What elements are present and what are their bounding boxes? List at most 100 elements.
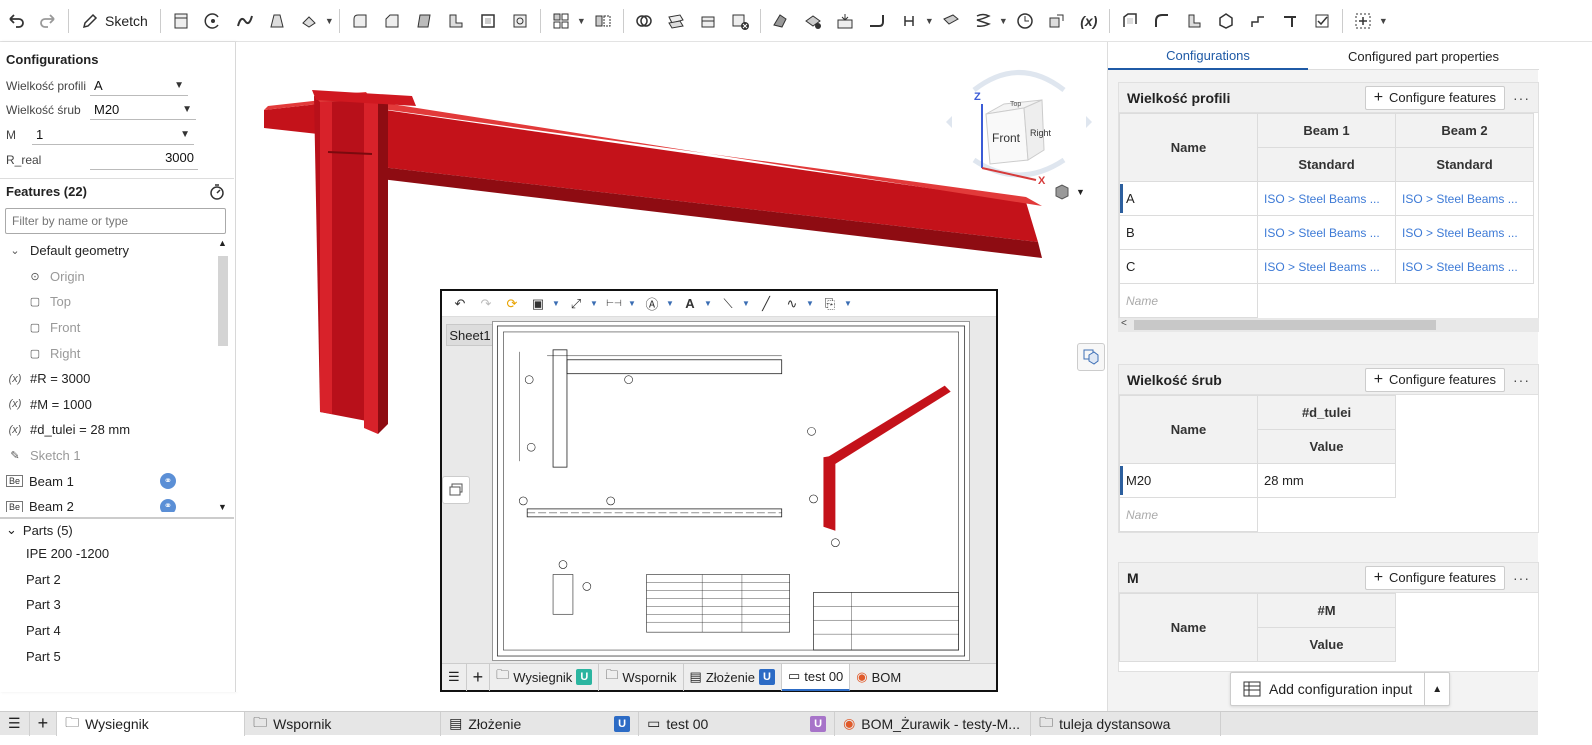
part-item[interactable]: Part 3	[0, 592, 234, 618]
helix-button[interactable]	[968, 6, 998, 36]
add-tab-button[interactable]: +	[467, 663, 491, 691]
chevron-down-icon[interactable]: ▼	[806, 299, 816, 308]
feature-top-plane[interactable]: ▢ Top	[0, 289, 216, 315]
new-config-name-input[interactable]: Name	[1119, 497, 1258, 532]
feature-variable-r[interactable]: (x) #R = 3000	[0, 366, 216, 392]
shell-button[interactable]	[473, 6, 503, 36]
tab-list-button[interactable]: ☰	[0, 711, 30, 736]
m-select[interactable]: 1 ▼	[32, 125, 194, 145]
bend-button[interactable]	[862, 6, 892, 36]
chamfer-button[interactable]	[377, 6, 407, 36]
feature-right-plane[interactable]: ▢ Right	[0, 340, 216, 366]
tab-list-button[interactable]: ☰	[442, 663, 467, 691]
view-cube[interactable]: Front Right Top Z X	[944, 60, 1094, 190]
config-value-cell[interactable]: ISO > Steel Beams ...	[1395, 181, 1534, 216]
config-value-cell[interactable]: ISO > Steel Beams ...	[1257, 249, 1396, 284]
config-value-cell[interactable]: ISO > Steel Beams ...	[1257, 215, 1396, 250]
part-item[interactable]: Part 5	[0, 643, 234, 669]
line-icon[interactable]: ╱	[754, 293, 778, 315]
add-configuration-input-main[interactable]: Add configuration input	[1231, 673, 1426, 705]
stopwatch-icon[interactable]	[208, 183, 226, 201]
doc-tab-test-00[interactable]: ▭ test 00 U	[639, 711, 836, 736]
annotation-icon[interactable]: Ⓐ	[640, 293, 664, 315]
feature-list-scrollbar[interactable]: ▲ ▼	[216, 238, 230, 512]
feature-sketch-1[interactable]: ✎ Sketch 1	[0, 443, 216, 469]
config-value-cell[interactable]: ISO > Steel Beams ...	[1257, 181, 1396, 216]
configure-features-button[interactable]: + Configure features	[1364, 85, 1505, 110]
config-name-cell[interactable]: B	[1119, 215, 1258, 250]
extrude-button[interactable]	[166, 6, 196, 36]
more-options-icon[interactable]: ···	[1513, 372, 1530, 388]
redo-button[interactable]	[33, 6, 63, 36]
feature-variable-d-tulei[interactable]: (x) #d_tulei = 28 mm	[0, 417, 216, 443]
column-feature-header[interactable]: #M	[1257, 593, 1396, 628]
sheet-metal-button[interactable]	[766, 6, 796, 36]
feature-filter-input[interactable]	[5, 208, 226, 234]
trim-button[interactable]	[1147, 6, 1177, 36]
chevron-left-icon[interactable]	[946, 116, 952, 128]
split-button[interactable]	[661, 6, 691, 36]
config-value-cell[interactable]: ISO > Steel Beams ...	[1395, 215, 1534, 250]
tab-configurations[interactable]: Configurations	[1108, 42, 1308, 70]
measure-button[interactable]	[1010, 6, 1040, 36]
check-button[interactable]	[1307, 6, 1337, 36]
text-icon[interactable]: A	[678, 293, 702, 315]
dimension-icon[interactable]: ⊢⊣	[602, 293, 626, 315]
configure-features-button[interactable]: + Configure features	[1364, 565, 1505, 590]
chevron-down-icon[interactable]: ▼	[925, 16, 935, 26]
drawing-side-button[interactable]	[442, 476, 470, 504]
plane-button[interactable]	[936, 6, 966, 36]
configurations-toggle-button[interactable]	[1077, 343, 1105, 371]
chevron-down-icon[interactable]: ▼	[552, 299, 562, 308]
refresh-icon[interactable]: ⟳	[500, 293, 524, 315]
scrollbar-thumb[interactable]	[1134, 320, 1436, 330]
config-name-cell[interactable]: M20	[1119, 463, 1258, 498]
hole-button[interactable]	[505, 6, 535, 36]
feature-group-default-geometry[interactable]: ⌄ Default geometry	[0, 238, 216, 264]
tab-configured-part-properties[interactable]: Configured part properties	[1308, 42, 1539, 70]
link-icon[interactable]: ⚭	[160, 498, 176, 512]
doc-tab-zlozenie[interactable]: ▤ Złożenie U	[441, 711, 640, 736]
chevron-down-icon[interactable]: ▼	[666, 299, 676, 308]
parts-header[interactable]: ⌄ Parts (5)	[0, 517, 234, 541]
gusset-button[interactable]	[1179, 6, 1209, 36]
chevron-right-icon[interactable]	[1086, 116, 1092, 128]
callout-icon[interactable]: ⟍	[716, 293, 740, 315]
cut-list-button[interactable]	[1243, 6, 1273, 36]
more-options-icon[interactable]: ···	[1513, 570, 1530, 586]
flange-button[interactable]	[798, 6, 828, 36]
configure-features-button[interactable]: + Configure features	[1364, 367, 1505, 392]
export-dxf-icon[interactable]: ⎘	[818, 293, 842, 315]
drawing-tab-wysiegnik[interactable]: 🗀 Wysiegnik U	[490, 663, 600, 691]
chevron-down-icon[interactable]: ▼	[704, 299, 714, 308]
drawing-tab-test-00[interactable]: ▭ test 00	[781, 663, 851, 691]
loft-button[interactable]	[262, 6, 292, 36]
chevron-down-icon[interactable]: ▼	[1379, 16, 1389, 26]
derived-button[interactable]	[1042, 6, 1072, 36]
link-icon[interactable]: ⚭	[160, 473, 176, 490]
doc-tab-wspornik[interactable]: 🗀 Wspornik	[245, 711, 442, 736]
chevron-down-icon[interactable]: ▼	[218, 502, 227, 512]
boolean-button[interactable]	[629, 6, 659, 36]
chevron-up-icon[interactable]: ▲	[218, 238, 227, 248]
sweep-button[interactable]	[230, 6, 260, 36]
revolve-button[interactable]	[198, 6, 228, 36]
feature-origin[interactable]: ⊙ Origin	[0, 264, 216, 290]
chevron-down-icon[interactable]: ▼	[590, 299, 600, 308]
add-configuration-input-button[interactable]: Add configuration input ▲	[1230, 672, 1451, 706]
mirror-button[interactable]	[588, 6, 618, 36]
frame-button[interactable]	[1115, 6, 1145, 36]
redo-icon[interactable]: ↷	[474, 293, 498, 315]
chevron-left-icon[interactable]: <	[1121, 318, 1127, 329]
drawing-preview-window[interactable]: ↶ ↷ ⟳ ▣ ▼ ⤢ ▼ ⊢⊣ ▼ Ⓐ ▼ A ▼ ⟍ ▼ ╱ ∿ ▼ ⎘ ▼ Sheet1	[440, 289, 998, 692]
config-value-cell[interactable]: ISO > Steel Beams ...	[1395, 249, 1534, 284]
form-button[interactable]	[894, 6, 924, 36]
drawing-tab-bom[interactable]: ◉ BOM	[850, 664, 907, 691]
doc-tab-bom[interactable]: ◉ BOM_Żurawik - testy-M...	[835, 711, 1032, 736]
sketch-button[interactable]: Sketch	[73, 6, 156, 36]
scrollbar-thumb[interactable]	[218, 256, 228, 346]
feature-beam-2[interactable]: Be Beam 2 ⚭	[0, 494, 216, 512]
rotate-arrow-icon[interactable]	[972, 70, 1066, 92]
config-table-scrollbar[interactable]: <	[1118, 318, 1539, 332]
more-options-icon[interactable]: ···	[1513, 90, 1530, 106]
